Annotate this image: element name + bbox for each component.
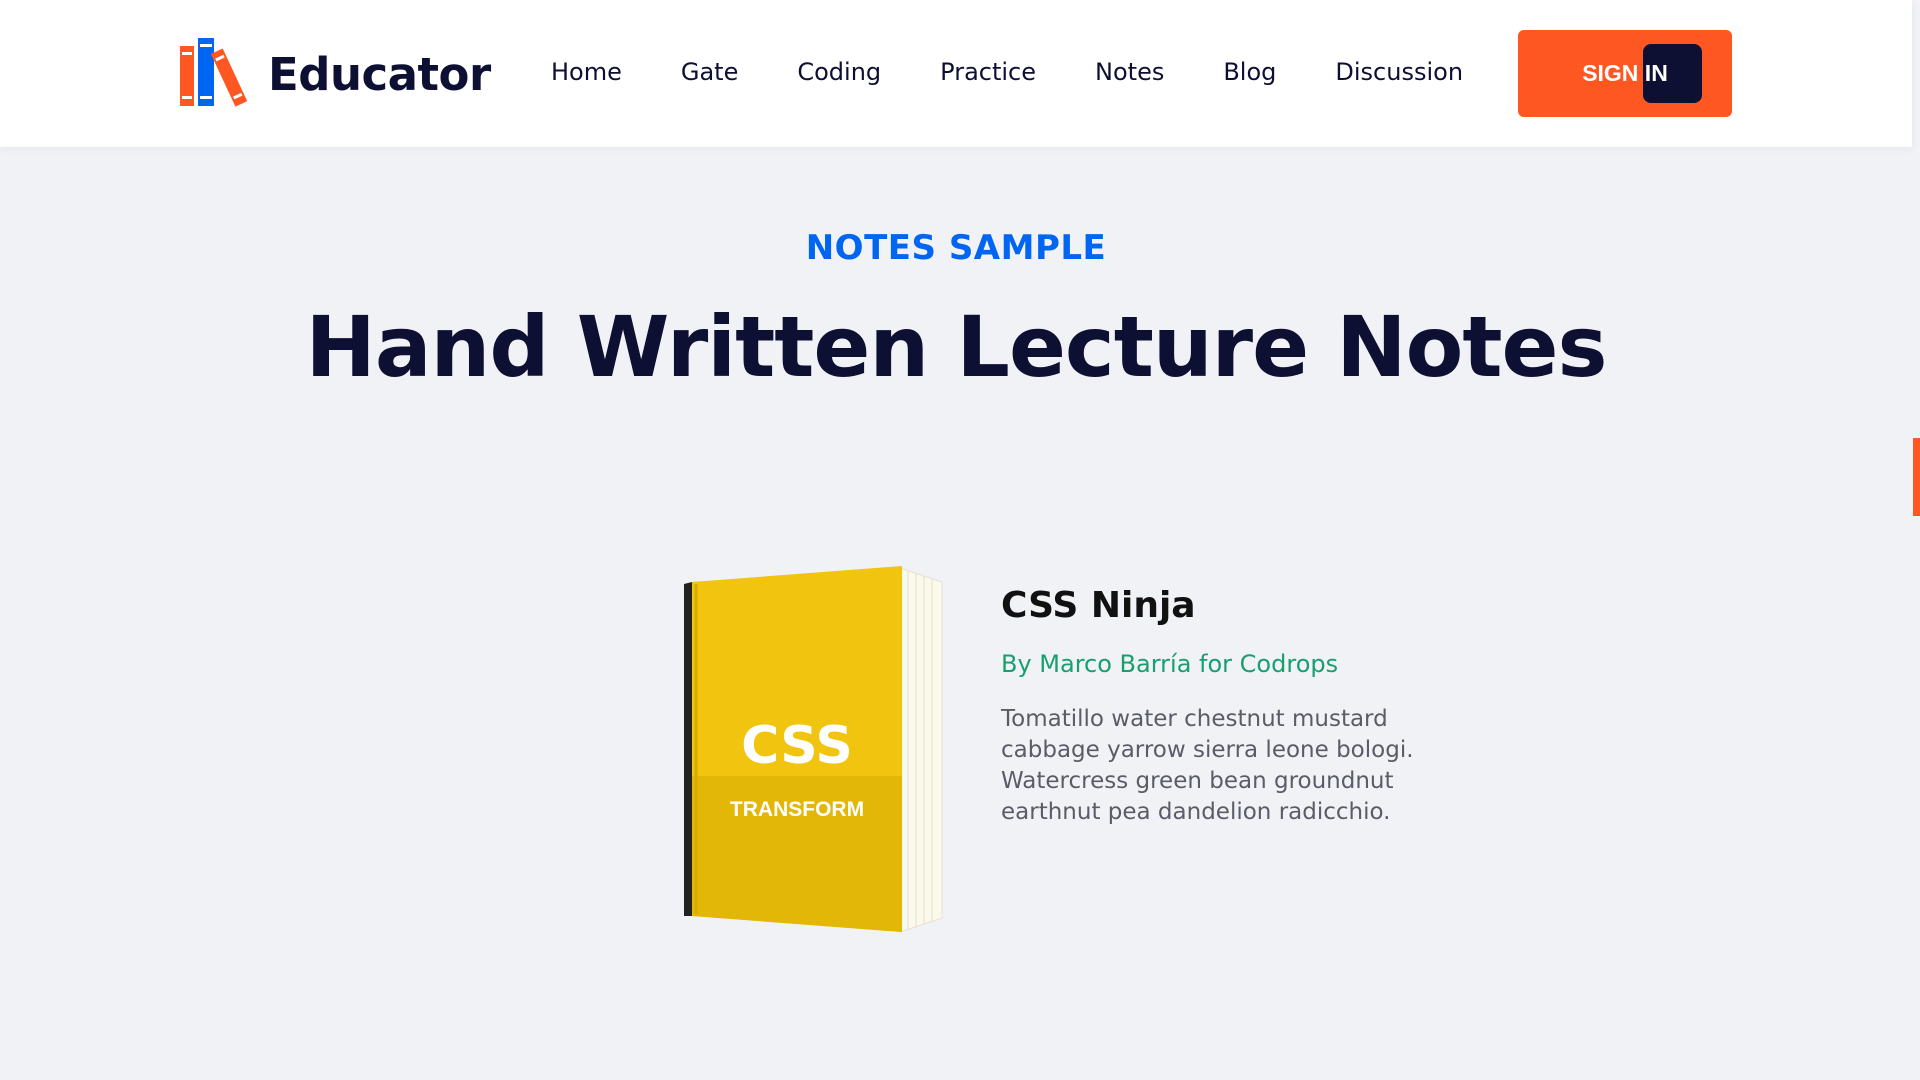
book-details: CSS Ninja By Marco Barría for Codrops To… [1001,585,1421,828]
brand-name: Educator [268,47,491,101]
book-cover-title: CSS [741,716,853,776]
brand-logo[interactable]: Educator [178,38,491,110]
section-title: Hand Written Lecture Notes [305,298,1608,396]
section-eyebrow: NOTES SAMPLE [805,228,1107,268]
scrollbar-thumb[interactable] [1913,438,1920,516]
site-header: Educator Home Gate Coding Practice Notes… [0,0,1912,147]
sign-in-label: SIGN IN [1582,60,1668,86]
book-cover-subtitle: TRANSFORM [729,798,865,821]
nav-practice[interactable]: Practice [940,55,1036,89]
book-title: CSS Ninja [1001,585,1196,626]
book-cover[interactable]: CSS TRANSFORM [680,560,950,940]
nav-gate[interactable]: Gate [681,55,738,89]
book-description: Tomatillo water chestnut mustard cabbage… [1001,706,1414,825]
nav-blog[interactable]: Blog [1223,55,1276,89]
nav-coding[interactable]: Coding [797,55,881,89]
nav-home[interactable]: Home [551,55,622,89]
sign-in-button[interactable]: SIGN IN [1518,30,1732,117]
nav-discussion[interactable]: Discussion [1335,55,1463,89]
nav-notes[interactable]: Notes [1095,55,1164,89]
book-author: By Marco Barría for Codrops [1001,650,1339,678]
books-logo-icon [178,36,256,112]
main-nav: Home Gate Coding Practice Notes Blog Dis… [551,55,1463,89]
